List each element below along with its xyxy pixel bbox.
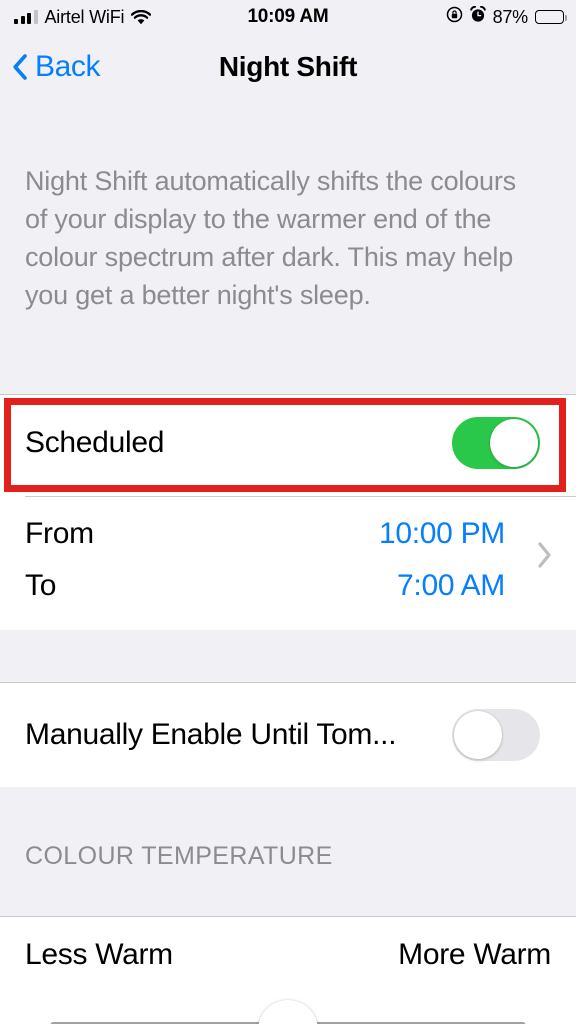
night-shift-description: Night Shift automatically shifts the col…: [25, 166, 516, 310]
manual-enable-section: Manually Enable Until Tom...: [0, 683, 576, 787]
schedule-times-section[interactable]: From 10:00 PM To 7:00 AM: [0, 492, 576, 630]
from-value: 10:00 PM: [378, 517, 505, 550]
manually-enable-row[interactable]: Manually Enable Until Tom...: [0, 683, 576, 787]
colour-temperature-header-band: COLOUR TEMPERATURE: [0, 787, 576, 917]
manually-enable-label: Manually Enable Until Tom...: [25, 718, 397, 751]
to-row[interactable]: To 7:00 AM: [0, 558, 576, 614]
battery-icon: [535, 10, 567, 24]
to-value: 7:00 AM: [397, 569, 505, 602]
battery-percent-label: 87%: [492, 6, 529, 27]
colour-temperature-slider-section: Less Warm More Warm: [0, 917, 576, 1024]
slider-thumb[interactable]: [258, 1000, 318, 1024]
chevron-right-icon: [536, 540, 554, 570]
rotation-lock-icon: [446, 6, 463, 28]
status-bar-right: 87%: [446, 0, 567, 34]
more-warm-label: More Warm: [398, 938, 551, 971]
scheduled-section: Scheduled: [0, 394, 576, 492]
section-gap: [0, 630, 576, 683]
scheduled-label: Scheduled: [25, 426, 165, 459]
colour-temperature-section-title: COLOUR TEMPERATURE: [25, 842, 333, 870]
from-row[interactable]: From 10:00 PM: [0, 506, 576, 562]
night-shift-settings-screen: Airtel WiFi 10:09 AM 87% Back Night Shif…: [0, 0, 576, 1024]
alarm-clock-icon: [469, 5, 486, 28]
page-title: Night Shift: [218, 51, 358, 82]
row-separator: [25, 496, 576, 497]
clock-label: 10:09 AM: [247, 6, 329, 27]
status-bar: Airtel WiFi 10:09 AM 87%: [0, 0, 576, 34]
scheduled-row[interactable]: Scheduled: [0, 394, 576, 492]
less-warm-label: Less Warm: [25, 938, 173, 971]
colour-temperature-slider[interactable]: [50, 1000, 526, 1024]
navigation-bar: Back Night Shift: [0, 34, 576, 100]
scheduled-toggle[interactable]: [452, 417, 540, 469]
to-label: To: [25, 569, 57, 602]
slider-label-row: Less Warm More Warm: [25, 938, 551, 972]
from-label: From: [25, 517, 94, 550]
scheduled-toggle-knob: [490, 419, 538, 467]
manually-enable-toggle-knob: [454, 711, 502, 759]
manually-enable-toggle[interactable]: [452, 709, 540, 761]
